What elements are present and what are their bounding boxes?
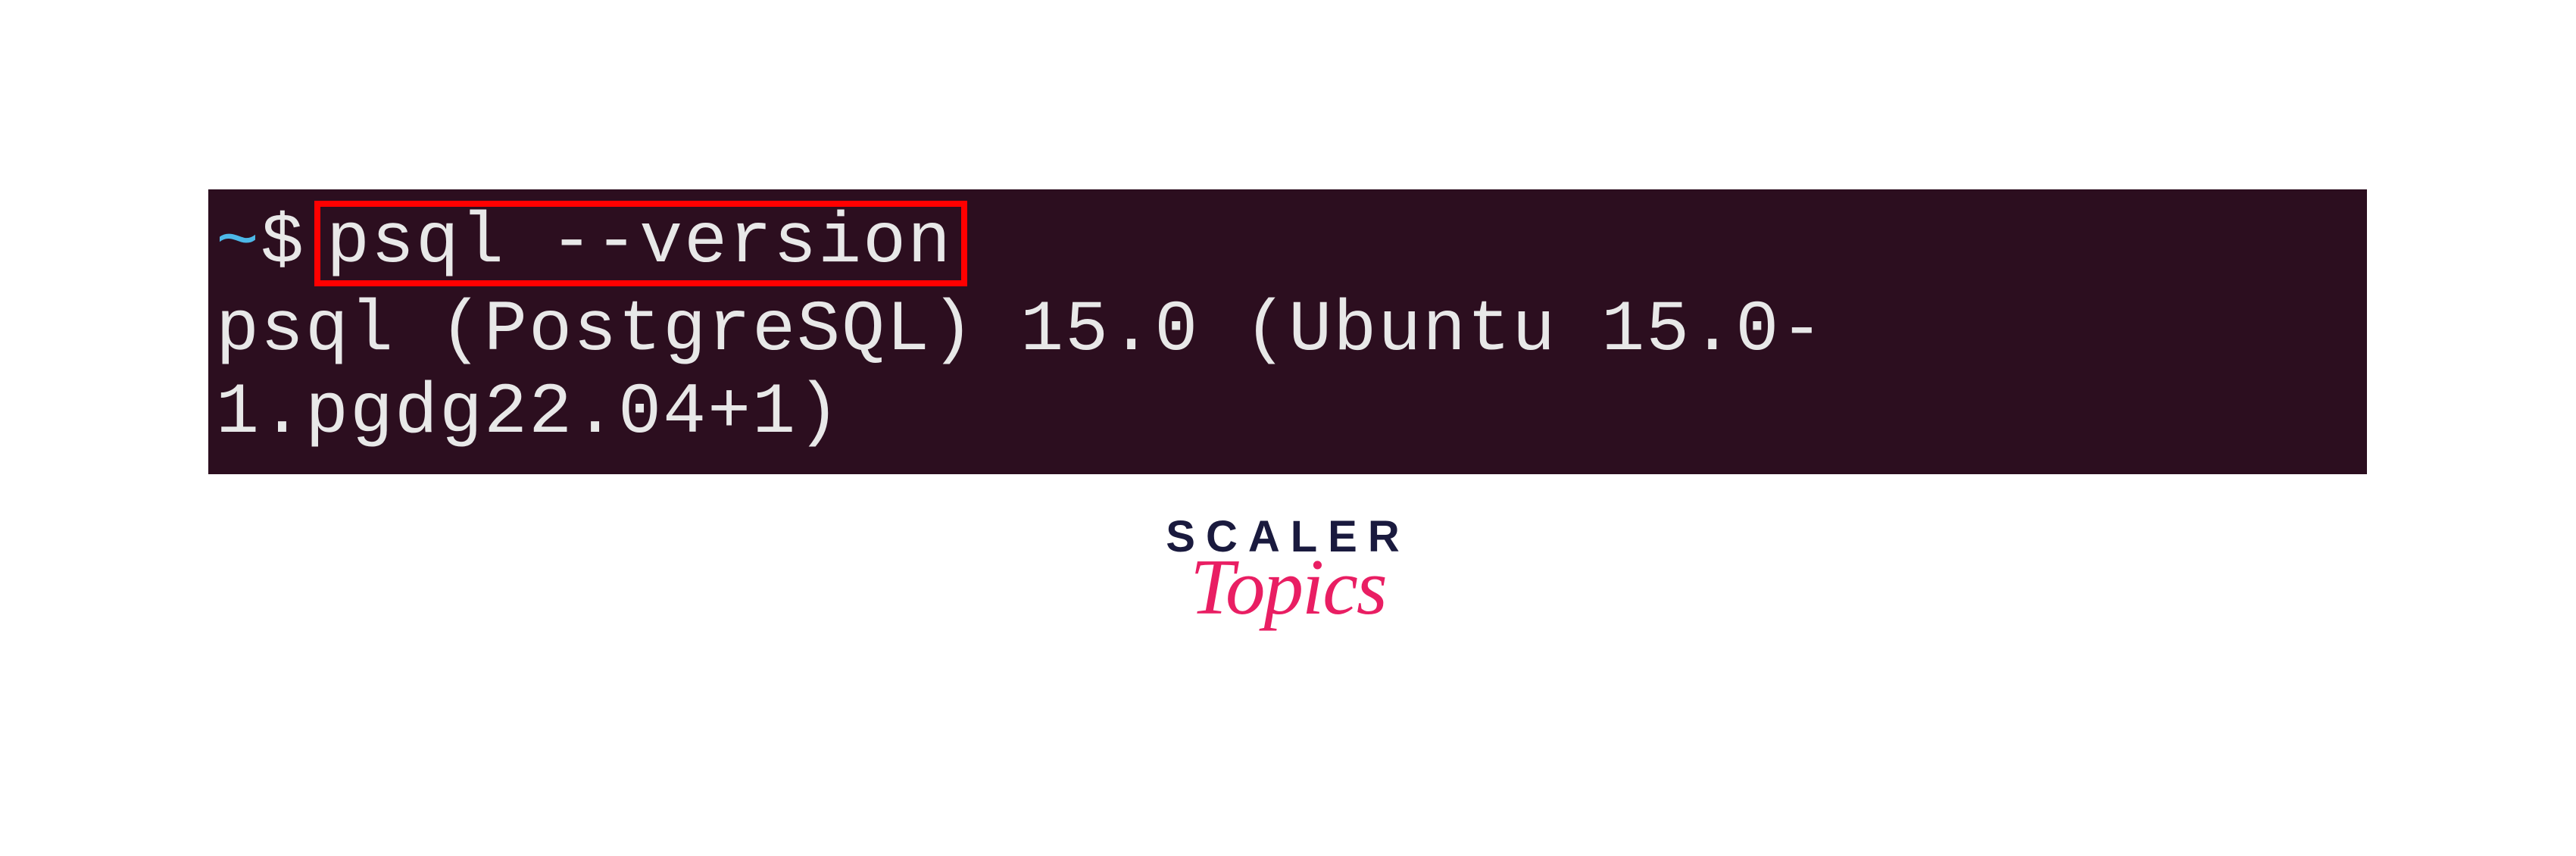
logo-topics-text: Topics [1166, 555, 1410, 619]
terminal-output: psql (PostgreSQL) 15.0 (Ubuntu 15.0-1.pg… [216, 289, 2359, 455]
command-highlighted: psql --version [314, 201, 967, 286]
prompt-dollar: $ [261, 202, 305, 285]
prompt-tilde: ~ [216, 202, 261, 285]
terminal-window[interactable]: ~ $ psql --version psql (PostgreSQL) 15.… [208, 189, 2367, 474]
terminal-prompt-line: ~ $ psql --version [216, 201, 2359, 286]
scaler-topics-logo: SCALER Topics [1166, 515, 1410, 619]
